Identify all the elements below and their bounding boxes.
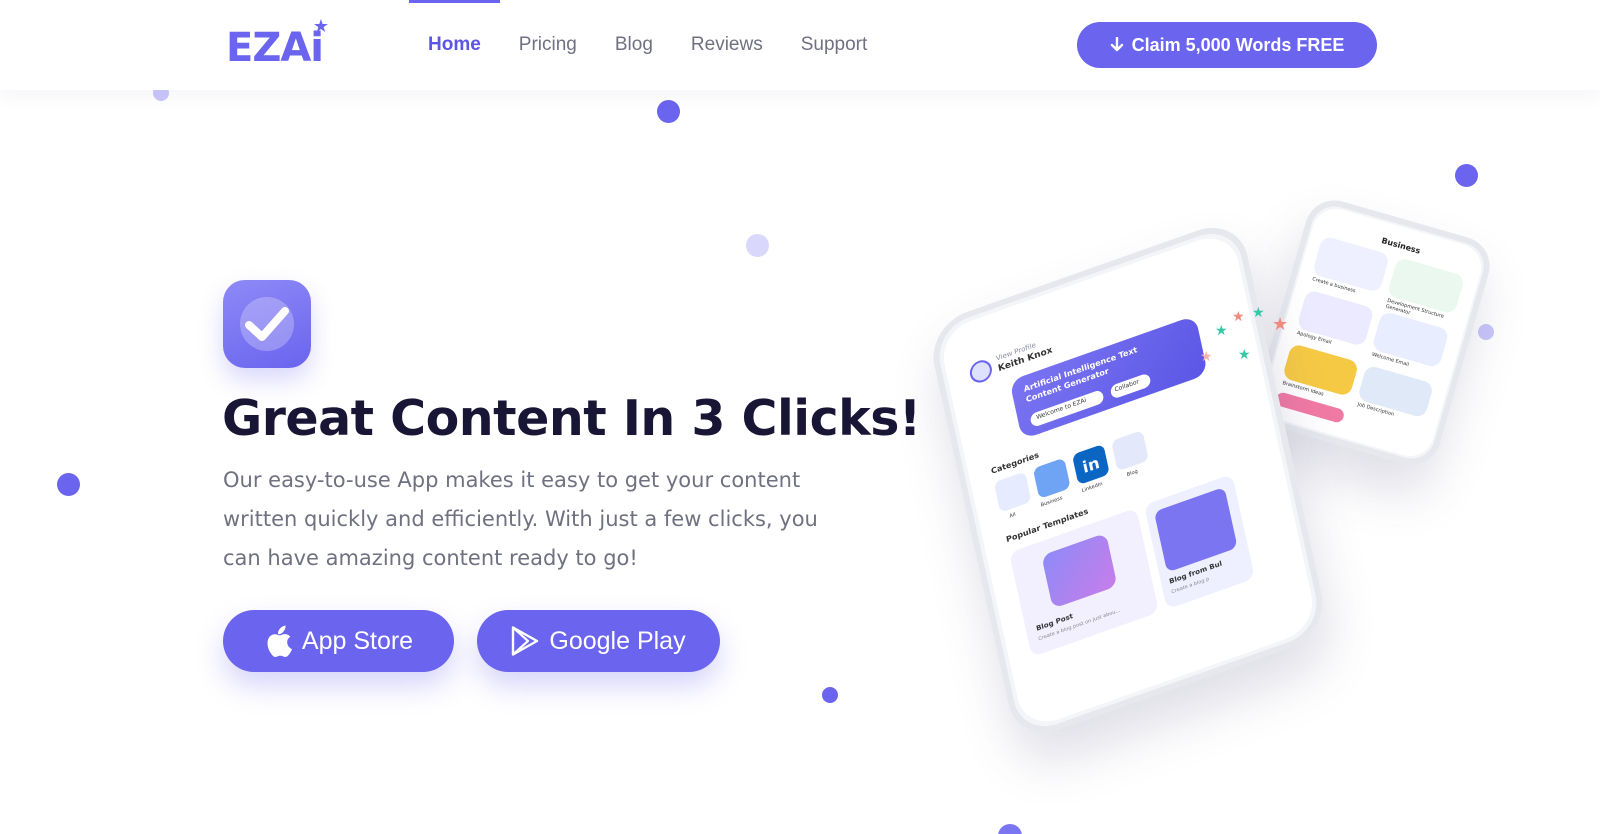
claim-free-words-button[interactable]: Claim 5,000 Words FREE bbox=[1077, 22, 1377, 68]
decor-dot bbox=[57, 473, 80, 496]
linkedin-icon: in bbox=[1071, 443, 1110, 486]
confetti-star-icon: ★ bbox=[1232, 309, 1245, 325]
confetti-star-icon: ★ bbox=[1200, 349, 1213, 365]
star-icon: ★ bbox=[312, 16, 329, 37]
ai-generator-banner: Artificial Intelligence Text Content Gen… bbox=[1009, 315, 1209, 440]
nav-blog[interactable]: Blog bbox=[596, 0, 672, 90]
phone-back-title: Business bbox=[1380, 236, 1422, 256]
decor-dot bbox=[822, 687, 838, 703]
decor-dot bbox=[998, 824, 1022, 834]
decor-dot bbox=[1478, 324, 1494, 340]
template-illustration bbox=[1153, 486, 1238, 573]
decor-dot bbox=[746, 234, 769, 257]
category-label: Blog bbox=[1126, 468, 1139, 479]
arrow-down-icon bbox=[1110, 37, 1123, 52]
app-store-label: App Store bbox=[301, 626, 414, 655]
decor-dot bbox=[657, 100, 680, 123]
phone-mockup-main: View Profile Keith Knox Artificial Intel… bbox=[925, 215, 1331, 745]
category-business-icon bbox=[1032, 457, 1071, 500]
nav-home[interactable]: Home bbox=[409, 0, 500, 90]
confetti-star-icon: ★ bbox=[1252, 305, 1265, 321]
hero-headline: Great Content In 3 Clicks! bbox=[222, 390, 921, 447]
logo[interactable]: EZAi ★ bbox=[226, 18, 329, 71]
banner-chip: Collabor bbox=[1109, 372, 1152, 400]
template-card bbox=[1274, 391, 1346, 424]
category-label: All bbox=[1008, 511, 1017, 520]
avatar bbox=[967, 357, 994, 386]
phone-screen: Business Create a business Development S… bbox=[1259, 203, 1487, 462]
template-illustration bbox=[1041, 532, 1118, 609]
google-play-icon bbox=[512, 626, 539, 656]
category-all-icon bbox=[993, 471, 1032, 513]
category-blog-icon bbox=[1111, 429, 1149, 472]
main-nav: Home Pricing Blog Reviews Support bbox=[409, 0, 886, 90]
apple-icon bbox=[267, 625, 292, 657]
google-play-label: Google Play bbox=[549, 626, 686, 655]
google-play-button[interactable]: Google Play bbox=[477, 610, 720, 672]
checkmark-app-icon bbox=[223, 280, 311, 368]
checkmark-icon bbox=[245, 307, 289, 341]
site-header: EZAi ★ Home Pricing Blog Reviews Support… bbox=[0, 0, 1600, 90]
banner-chip-label: Welcome to EZAi bbox=[1035, 396, 1087, 422]
nav-reviews[interactable]: Reviews bbox=[672, 0, 782, 90]
logo-text: EZAi bbox=[226, 25, 324, 71]
nav-support[interactable]: Support bbox=[782, 0, 887, 90]
claim-free-words-label: Claim 5,000 Words FREE bbox=[1131, 34, 1345, 55]
confetti-star-icon: ★ bbox=[1215, 323, 1228, 339]
template-card-blog-from-bullets: Blog from Bul Create a blog p bbox=[1144, 473, 1255, 610]
decor-dot bbox=[1455, 164, 1478, 187]
nav-pricing[interactable]: Pricing bbox=[500, 0, 596, 90]
banner-chip-label: Collabor bbox=[1113, 378, 1140, 394]
hero-subtext: Our easy-to-use App makes it easy to get… bbox=[223, 468, 818, 570]
app-store-button[interactable]: App Store bbox=[223, 610, 454, 672]
confetti-star-icon: ★ bbox=[1272, 314, 1289, 335]
categories-label: Categories bbox=[990, 450, 1040, 476]
confetti-star-icon: ★ bbox=[1238, 347, 1251, 363]
